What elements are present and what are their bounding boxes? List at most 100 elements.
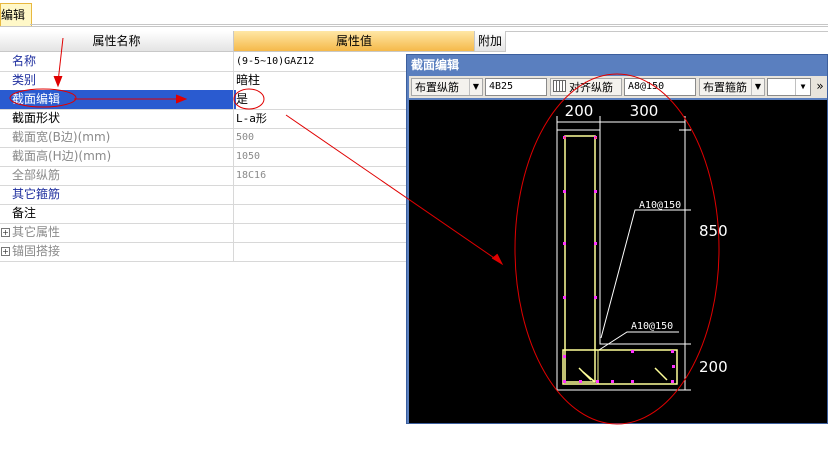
leader-line: [600, 209, 691, 339]
long-bar: [631, 350, 634, 353]
row-value[interactable]: 1050: [236, 147, 406, 166]
row-label: 其它箍筋: [12, 187, 61, 201]
place-long-bar-label: 布置纵筋: [415, 81, 459, 94]
row-label: 截面宽(B边)(mm): [12, 130, 111, 144]
column-divider: [233, 147, 234, 166]
dimension-top-right: 300: [630, 102, 659, 120]
row-value[interactable]: (9-5~10)GAZ12: [236, 52, 406, 71]
long-bars: [563, 136, 675, 383]
tab-strip: 编辑: [0, 0, 828, 27]
column-divider: [233, 166, 234, 185]
row-other-stirrups[interactable]: 其它箍筋: [0, 185, 406, 205]
dimension-right: 850: [699, 222, 728, 240]
long-bar: [672, 365, 675, 368]
long-bar: [563, 190, 566, 193]
long-bar: [563, 355, 566, 358]
row-value[interactable]: 是: [236, 90, 406, 109]
row-value[interactable]: L-a形: [236, 109, 406, 128]
column-divider: [233, 90, 234, 109]
stirrup-input[interactable]: A8@150: [624, 78, 696, 96]
place-stirrup-label: 布置箍筋: [703, 81, 747, 94]
row-section-edit[interactable]: 截面编辑 是: [0, 90, 406, 110]
row-section-shape[interactable]: 截面形状 L-a形: [0, 109, 406, 129]
place-stirrup-button[interactable]: 布置箍筋 ▼: [699, 78, 765, 96]
long-bar: [671, 380, 674, 383]
dropdown-arrow-icon[interactable]: ▼: [795, 79, 810, 95]
row-label: 锚固搭接: [12, 244, 61, 258]
stirrup-label-1: A10@150: [639, 200, 681, 211]
column-divider: [233, 109, 234, 128]
section-editor-window: 截面编辑 布置纵筋 ▼ 4B25 对齐纵筋 A8@150 布置箍筋 ▼ ▼ »: [406, 54, 828, 424]
bar-dot: [595, 137, 597, 139]
row-value[interactable]: 500: [236, 128, 406, 147]
expand-icon[interactable]: +: [1, 247, 10, 256]
column-divider: [233, 71, 234, 90]
bar-dot: [564, 137, 566, 139]
dropdown-arrow-icon[interactable]: ▼: [469, 79, 482, 95]
long-bar-input[interactable]: 4B25: [485, 78, 547, 96]
row-section-height[interactable]: 截面高(H边)(mm) 1050: [0, 147, 406, 167]
row-name[interactable]: 名称 (9-5~10)GAZ12: [0, 52, 406, 72]
column-divider: [233, 128, 234, 147]
row-value[interactable]: [236, 204, 406, 223]
section-editor-toolbar: 布置纵筋 ▼ 4B25 对齐纵筋 A8@150 布置箍筋 ▼ ▼ »: [409, 76, 827, 98]
dropdown-arrow-icon[interactable]: ▼: [751, 79, 764, 95]
long-bar: [611, 380, 614, 383]
stirrup-horizontal: [562, 349, 678, 385]
section-outline: [556, 129, 686, 391]
long-bar: [631, 380, 634, 383]
column-divider: [233, 204, 234, 223]
row-value[interactable]: [236, 185, 406, 204]
row-remarks[interactable]: 备注: [0, 204, 406, 224]
header-rule: [505, 31, 828, 32]
row-label: 截面编辑: [12, 92, 61, 106]
long-bar: [594, 190, 597, 193]
toolbar-overflow-button[interactable]: »: [814, 78, 826, 96]
long-bar: [563, 296, 566, 299]
long-bar: [563, 380, 566, 383]
align-long-bar-button[interactable]: 对齐纵筋: [550, 78, 622, 96]
dimension-right-bottom: 200: [699, 358, 728, 376]
long-bar: [671, 350, 674, 353]
tab-divider: [30, 24, 828, 25]
column-divider: [233, 223, 234, 242]
row-anchorage-lap[interactable]: + 锚固搭接: [0, 242, 406, 262]
long-bar: [579, 380, 582, 383]
long-bar: [594, 296, 597, 299]
row-label: 备注: [12, 206, 37, 220]
align-long-bar-label: 对齐纵筋: [569, 81, 613, 94]
row-value[interactable]: 18C16: [236, 166, 406, 185]
leader-line: [598, 331, 679, 351]
column-divider: [233, 185, 234, 204]
row-all-long-bars[interactable]: 全部纵筋 18C16: [0, 166, 406, 186]
row-label: 全部纵筋: [12, 168, 61, 182]
expand-icon[interactable]: +: [1, 228, 10, 237]
header-property-value[interactable]: 属性值: [234, 31, 475, 52]
row-label: 名称: [12, 54, 37, 68]
section-drawing-canvas[interactable]: 200 300 850 200 A10@150 A10@150: [409, 100, 827, 423]
column-divider: [233, 52, 234, 71]
place-long-bar-button[interactable]: 布置纵筋 ▼: [411, 78, 483, 96]
row-label: 截面形状: [12, 111, 61, 125]
row-value[interactable]: 暗柱: [236, 71, 406, 90]
row-value[interactable]: [236, 223, 406, 242]
row-other-properties[interactable]: + 其它属性: [0, 223, 406, 243]
long-bar: [596, 380, 599, 383]
stirrup-hook: [578, 367, 592, 381]
section-editor-title: 截面编辑: [411, 58, 460, 72]
section-drawing: 200 300 850 200 A10@150 A10@150: [556, 102, 728, 391]
stirrup-label-2: A10@150: [631, 321, 673, 332]
stirrup-vertical: [564, 135, 596, 383]
stirrup-type-select[interactable]: ▼: [767, 78, 811, 96]
header-property-name[interactable]: 属性名称: [0, 31, 234, 52]
row-section-width[interactable]: 截面宽(B边)(mm) 500: [0, 128, 406, 148]
header-extra[interactable]: 附加: [475, 31, 506, 52]
tab-edit[interactable]: 编辑: [0, 3, 32, 26]
row-label: 类别: [12, 73, 37, 87]
align-icon: [553, 80, 566, 92]
long-bar: [594, 242, 597, 245]
column-divider: [233, 242, 234, 261]
row-value[interactable]: [236, 242, 406, 261]
dimension-top-left: 200: [565, 102, 594, 120]
row-category[interactable]: 类别 暗柱: [0, 71, 406, 91]
